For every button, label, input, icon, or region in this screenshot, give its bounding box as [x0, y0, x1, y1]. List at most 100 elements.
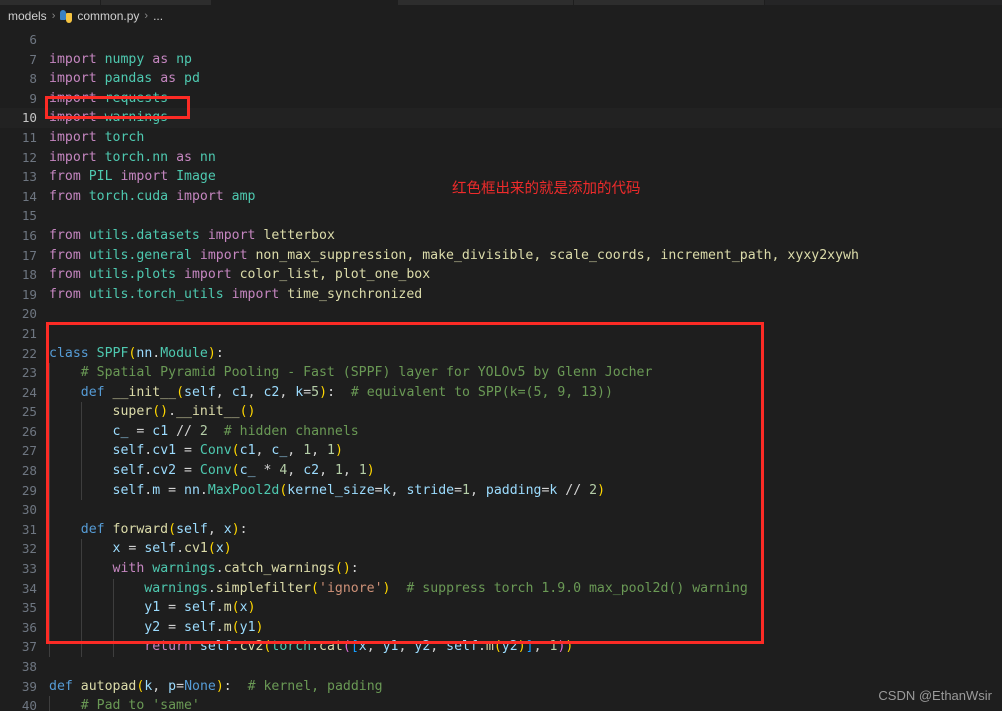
- line-content: from utils.plots import color_list, plot…: [49, 267, 431, 283]
- code-line[interactable]: 35 y1 = self.m(x): [0, 598, 1002, 618]
- code-line[interactable]: 31 def forward(self, x):: [0, 519, 1002, 540]
- line-number: 20: [21, 306, 37, 322]
- code-line[interactable]: 9 import requests: [0, 89, 1002, 109]
- line-number: 9: [29, 90, 37, 106]
- line-content: from utils.torch_utils import time_synch…: [49, 286, 423, 302]
- line-number: 39: [21, 678, 37, 694]
- python-icon: [60, 9, 73, 23]
- line-number: 11: [21, 129, 37, 145]
- line-number: 21: [21, 325, 37, 341]
- code-line[interactable]: 18 from utils.plots import color_list, pl…: [0, 265, 1002, 285]
- code-lines[interactable]: 6 7 import numpy as np 8 import pandas as pd…: [0, 27, 1002, 711]
- indent-guide: [81, 461, 82, 481]
- breadcrumb-separator: ›: [144, 10, 149, 22]
- line-content: from utils.datasets import letterbox: [49, 227, 335, 243]
- line-number: 15: [21, 208, 37, 224]
- code-line[interactable]: 16 from utils.datasets import letterbox: [0, 226, 1002, 246]
- line-content: # Pad to 'same': [80, 698, 200, 711]
- code-line[interactable]: 22 class SPPF(nn.Module):: [0, 344, 1002, 364]
- line-number: 16: [21, 227, 37, 243]
- line-content: with warnings.catch_warnings():: [112, 561, 359, 577]
- annotation-chinese-note: 红色框出来的就是添加的代码: [452, 181, 641, 197]
- line-number: 25: [21, 404, 37, 420]
- code-line[interactable]: 17 from utils.general import non_max_supp…: [0, 246, 1002, 266]
- line-content: self.cv2 = Conv(c_ * 4, c2, 1, 1): [112, 463, 375, 479]
- code-line[interactable]: 21: [0, 324, 1002, 344]
- code-line[interactable]: 39 def autopad(k, p=None): # kernel, padd…: [0, 677, 1002, 697]
- line-content: import requests: [49, 90, 169, 106]
- code-line[interactable]: 25 super().__init__(): [0, 402, 1002, 422]
- line-number: 38: [21, 659, 37, 674]
- line-content: warnings.simplefilter('ignore') # suppre…: [144, 580, 748, 596]
- indent-guide: [49, 617, 50, 638]
- indent-guide: [113, 617, 114, 638]
- breadcrumb[interactable]: models › common.py › ...: [0, 5, 1002, 27]
- line-number: 6: [29, 32, 37, 47]
- line-content: class SPPF(nn.Module):: [49, 345, 224, 361]
- code-line[interactable]: 26 c_ = c1 // 2 # hidden channels: [0, 421, 1002, 442]
- code-editor[interactable]: 6 7 import numpy as np 8 import pandas as pd…: [0, 27, 1002, 711]
- code-line[interactable]: 15: [0, 206, 1002, 226]
- code-line[interactable]: 29 self.m = nn.MaxPool2d(kernel_size=k, …: [0, 480, 1002, 501]
- indent-guide: [49, 578, 50, 599]
- indent-guide: [49, 598, 50, 618]
- line-number: 17: [21, 247, 37, 263]
- code-line[interactable]: 12 import torch.nn as nn: [0, 148, 1002, 168]
- code-line[interactable]: 11 import torch: [0, 128, 1002, 148]
- breadcrumb-item-file[interactable]: common.py: [77, 9, 139, 23]
- line-number: 13: [21, 169, 37, 185]
- code-line[interactable]: 23 # Spatial Pyramid Pooling - Fast (SPP…: [0, 363, 1002, 383]
- indent-guide: [81, 637, 82, 657]
- code-line[interactable]: 27 self.cv1 = Conv(c1, c_, 1, 1): [0, 441, 1002, 462]
- code-line[interactable]: 8 import pandas as pd: [0, 69, 1002, 89]
- code-line[interactable]: 6: [0, 30, 1002, 50]
- line-content: from utils.general import non_max_suppre…: [49, 247, 859, 263]
- line-content: self.m = nn.MaxPool2d(kernel_size=k, str…: [112, 482, 606, 498]
- code-line[interactable]: 33 with warnings.catch_warnings():: [0, 559, 1002, 579]
- code-line[interactable]: 19 from utils.torch_utils import time_syn…: [0, 285, 1002, 305]
- indent-guide: [49, 461, 50, 481]
- indent-guide: [49, 382, 50, 403]
- code-line[interactable]: 38: [0, 657, 1002, 677]
- line-number: 23: [21, 365, 37, 381]
- code-line[interactable]: 30: [0, 500, 1002, 520]
- line-content: self.cv1 = Conv(c1, c_, 1, 1): [112, 443, 343, 459]
- code-line[interactable]: 28 self.cv2 = Conv(c_ * 4, c2, 1, 1): [0, 461, 1002, 481]
- code-line[interactable]: 37 return self.cv2(torch.cat([x, y1, y2,…: [0, 637, 1002, 657]
- line-content: return self.cv2(torch.cat([x, y1, y2, se…: [144, 639, 574, 655]
- code-line[interactable]: 20: [0, 304, 1002, 324]
- breadcrumb-item-symbol[interactable]: ...: [153, 9, 163, 23]
- indent-guide: [81, 617, 82, 638]
- breadcrumb-item-folder[interactable]: models: [8, 9, 47, 23]
- indent-guide: [49, 519, 50, 540]
- line-number: 37: [21, 639, 37, 655]
- line-number: 8: [29, 71, 37, 87]
- code-line[interactable]: 7 import numpy as np: [0, 50, 1002, 70]
- line-content: import torch.nn as nn: [49, 149, 216, 165]
- line-number: 29: [21, 482, 37, 498]
- line-number: 35: [21, 600, 37, 616]
- indent-guide: [49, 441, 50, 462]
- breadcrumb-separator: ›: [51, 10, 56, 22]
- indent-guide: [113, 578, 114, 599]
- code-line[interactable]: 36 y2 = self.m(y1): [0, 617, 1002, 638]
- code-line[interactable]: 10 import warnings: [0, 108, 1002, 128]
- code-line[interactable]: 34 warnings.simplefilter('ignore') # sup…: [0, 578, 1002, 599]
- indent-guide: [81, 441, 82, 462]
- indent-guide: [81, 559, 82, 579]
- indent-guide: [49, 480, 50, 501]
- indent-guide: [49, 402, 50, 422]
- line-content: # Spatial Pyramid Pooling - Fast (SPPF) …: [80, 365, 653, 381]
- line-content: def forward(self, x):: [80, 521, 248, 537]
- line-content: from torch.cuda import amp: [49, 188, 256, 204]
- code-line[interactable]: 24 def __init__(self, c1, c2, k=5): # eq…: [0, 382, 1002, 403]
- line-number: 32: [21, 541, 37, 557]
- line-number: 22: [21, 345, 37, 361]
- indent-guide: [113, 637, 114, 657]
- code-line[interactable]: 40 # Pad to 'same': [0, 696, 1002, 711]
- indent-guide: [81, 578, 82, 599]
- code-line[interactable]: 32 x = self.cv1(x): [0, 539, 1002, 560]
- indent-guide: [49, 363, 50, 383]
- line-content: y1 = self.m(x): [144, 600, 256, 616]
- line-content: import numpy as np: [49, 51, 192, 67]
